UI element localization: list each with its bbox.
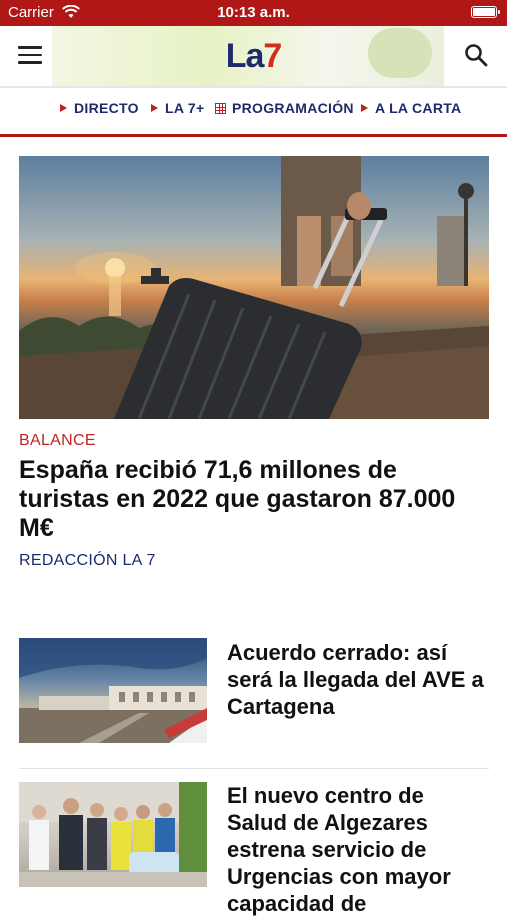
- nav-item-directo[interactable]: DIRECTO: [60, 100, 139, 116]
- logo-text-7: 7: [263, 37, 282, 75]
- calendar-grid-icon: [215, 102, 226, 114]
- play-triangle-icon: [151, 104, 158, 112]
- play-triangle-icon: [361, 104, 368, 112]
- search-icon[interactable]: [463, 42, 489, 68]
- status-bar: Carrier 10:13 a.m.: [0, 0, 507, 26]
- featured-article-image[interactable]: [19, 156, 489, 419]
- nav-item-la7plus[interactable]: LA 7+: [151, 100, 205, 116]
- article-title[interactable]: Acuerdo cerrado: así será la llegada del…: [227, 639, 489, 720]
- nav-item-programacion[interactable]: PROGRAMACIÓN: [215, 100, 354, 116]
- la7-logo[interactable]: La7: [0, 36, 507, 76]
- play-triangle-icon: [60, 104, 67, 112]
- health-center-photo: [19, 782, 207, 887]
- battery-icon: [471, 6, 500, 18]
- nav-item-label: PROGRAMACIÓN: [232, 100, 354, 116]
- nav-item-label: DIRECTO: [74, 100, 139, 116]
- header-divider: [0, 86, 507, 88]
- app-header: La7: [0, 26, 507, 86]
- article-title[interactable]: El nuevo centro de Salud de Algezares es…: [227, 782, 489, 917]
- section-nav: DIRECTO LA 7+ PROGRAMACIÓN A LA CARTA: [0, 90, 507, 128]
- nav-divider: [0, 134, 507, 137]
- featured-article-title[interactable]: España recibió 71,6 millones de turistas…: [19, 456, 489, 543]
- nav-item-a-la-carta[interactable]: A LA CARTA: [361, 100, 461, 116]
- article-author[interactable]: REDACCIÓN LA 7: [19, 552, 156, 570]
- train-station-photo: [19, 638, 207, 743]
- article-kicker[interactable]: BALANCE: [19, 432, 96, 450]
- article-thumbnail[interactable]: [19, 782, 207, 887]
- suitcase-sunset-photo: [19, 156, 489, 419]
- logo-text-la: La: [225, 37, 265, 75]
- article-thumbnail[interactable]: [19, 638, 207, 743]
- list-divider: [19, 768, 489, 769]
- nav-item-label: A LA CARTA: [375, 100, 462, 116]
- clock: 10:13 a.m.: [217, 4, 290, 21]
- nav-item-label: LA 7+: [165, 100, 205, 116]
